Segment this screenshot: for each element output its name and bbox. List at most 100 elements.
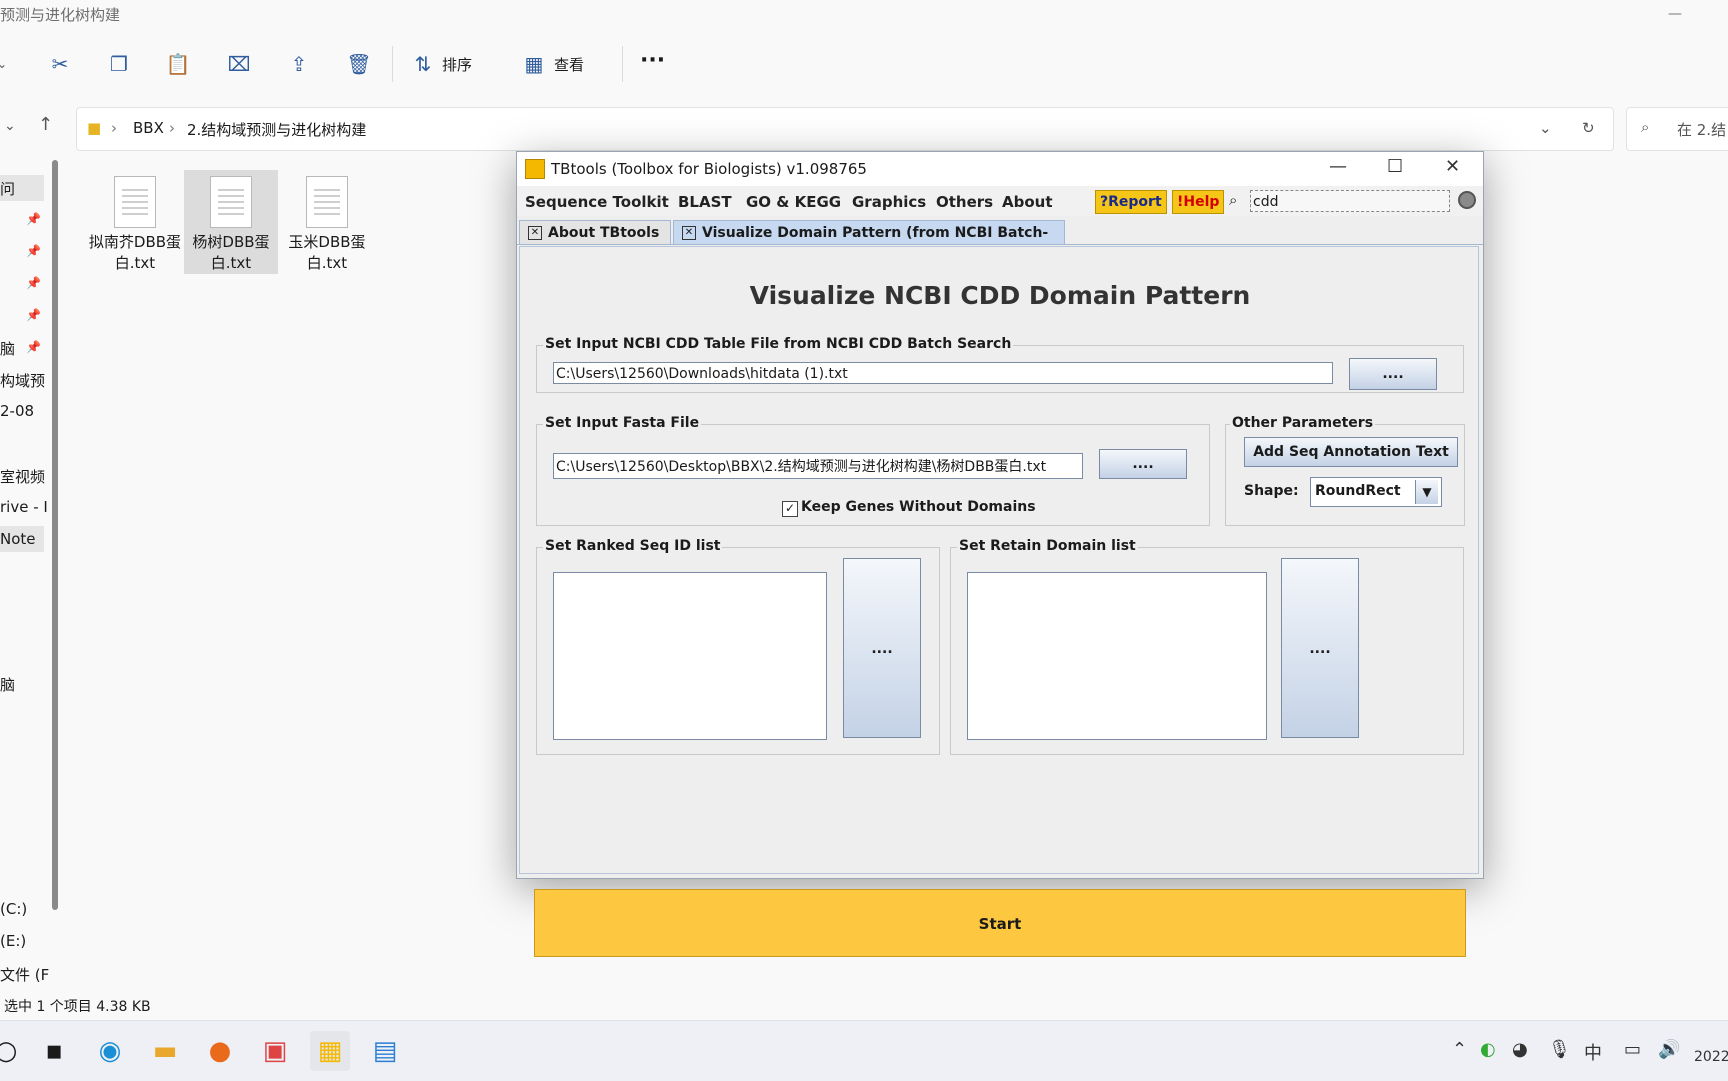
- nav-item-drive-e[interactable]: (E:): [0, 932, 26, 950]
- help-button[interactable]: !Help: [1172, 190, 1225, 214]
- breadcrumb-item-bbx[interactable]: BBX: [133, 119, 164, 137]
- ranked-seq-id-textarea[interactable]: [553, 572, 827, 740]
- edge-browser-icon[interactable]: ◉: [90, 1031, 130, 1071]
- report-button[interactable]: ?Report: [1095, 190, 1167, 214]
- tbtools-menubar: Sequence Toolkit BLAST GO & KEGG Graphic…: [517, 186, 1483, 216]
- tbtools-window-title: TBtools (Toolbox for Biologists) v1.0987…: [551, 160, 867, 178]
- tbtools-logo-icon: [525, 159, 545, 179]
- view-button[interactable]: 查看: [554, 54, 584, 75]
- search-icon[interactable]: ○: [0, 1031, 26, 1071]
- wechat-icon[interactable]: ◐: [1480, 1039, 1496, 1060]
- folder-icon: ■: [87, 119, 102, 137]
- chevron-down-icon[interactable]: ⌄: [1539, 119, 1552, 137]
- clock[interactable]: 2022: [1694, 1049, 1728, 1065]
- nav-scrollbar[interactable]: [52, 160, 58, 910]
- chevron-up-icon[interactable]: ⌃: [1452, 1039, 1467, 1060]
- firefox-icon[interactable]: ●: [200, 1031, 240, 1071]
- tool-search-input[interactable]: cdd: [1250, 190, 1450, 212]
- text-file-icon: [306, 176, 348, 228]
- cdd-table-path-input[interactable]: C:\Users\12560\Downloads\hitdata (1).txt: [553, 362, 1333, 384]
- menu-about[interactable]: About: [1002, 193, 1053, 211]
- file-item-selected[interactable]: 杨树DBB蛋白.txt: [184, 170, 278, 274]
- ime-indicator[interactable]: 中: [1584, 1039, 1602, 1065]
- fasta-file-group: Set Input Fasta File C:\Users\12560\Desk…: [536, 415, 1210, 526]
- retain-domain-browse-button[interactable]: ....: [1281, 558, 1359, 738]
- notepad-icon[interactable]: ▤: [365, 1031, 405, 1071]
- microphone-icon[interactable]: 🎙: [1548, 1039, 1571, 1060]
- fasta-path-input[interactable]: C:\Users\12560\Desktop\BBX\2.结构域预测与进化树构建…: [553, 453, 1083, 479]
- nav-item-quick-access[interactable]: 问: [0, 178, 15, 199]
- close-tab-icon[interactable]: ✕: [528, 226, 542, 240]
- volume-icon[interactable]: 🔊: [1658, 1039, 1680, 1060]
- rename-icon[interactable]: ⌧: [225, 50, 253, 78]
- nav-item-domain-folder[interactable]: 构域预: [0, 370, 45, 391]
- tab-about-tbtools[interactable]: ✕ About TBtools: [519, 220, 671, 244]
- minimize-button[interactable]: —: [1329, 156, 1347, 177]
- maximize-button[interactable]: ☐: [1387, 156, 1403, 177]
- menu-sequence-toolkit[interactable]: Sequence Toolkit: [525, 193, 669, 211]
- close-tab-icon[interactable]: ✕: [682, 226, 696, 240]
- qq-icon[interactable]: ◕: [1512, 1039, 1528, 1060]
- refresh-icon[interactable]: ↻: [1582, 119, 1595, 137]
- file-item[interactable]: 拟南芥DBB蛋白.txt: [88, 170, 182, 274]
- ranked-seq-id-browse-button[interactable]: ....: [843, 558, 921, 738]
- fasta-file-group-legend: Set Input Fasta File: [543, 415, 702, 431]
- menu-blast[interactable]: BLAST: [678, 193, 732, 211]
- file-explorer-icon[interactable]: ▬: [145, 1031, 185, 1071]
- paste-icon[interactable]: 📋: [164, 50, 192, 78]
- breadcrumb-item-folder[interactable]: 2.结构域预测与进化树构建: [187, 119, 366, 140]
- menu-go-kegg[interactable]: GO & KEGG: [746, 193, 841, 211]
- pin-icon: 📌: [26, 340, 41, 354]
- shape-label: Shape:: [1244, 483, 1299, 499]
- menu-graphics[interactable]: Graphics: [852, 193, 926, 211]
- keep-genes-checkbox[interactable]: ✓: [782, 501, 798, 517]
- toolbar-divider: [622, 46, 623, 82]
- share-icon[interactable]: ⇪: [285, 50, 313, 78]
- nav-item-date-folder[interactable]: 2-08: [0, 402, 34, 420]
- task-view-icon[interactable]: ▪: [34, 1031, 74, 1071]
- cdd-table-browse-button[interactable]: ....: [1349, 358, 1437, 390]
- add-seq-annotation-button[interactable]: Add Seq Annotation Text: [1244, 437, 1458, 467]
- nav-item-drive-c[interactable]: (C:): [0, 900, 27, 918]
- sort-button[interactable]: 排序: [442, 54, 472, 75]
- nav-item-onenote[interactable]: Note: [0, 530, 36, 548]
- tool-panel: Visualize NCBI CDD Domain Pattern Set In…: [519, 246, 1479, 957]
- pin-icon: 📌: [26, 308, 41, 322]
- nav-item-drive-f[interactable]: 文件 (F: [0, 964, 49, 985]
- tab-visualize-domain[interactable]: ✕ Visualize Domain Pattern (from NCBI Ba…: [673, 220, 1065, 265]
- more-options-button[interactable]: ···: [640, 48, 665, 73]
- tab-label: About TBtools: [548, 225, 660, 241]
- shape-select[interactable]: RoundRect ▼: [1310, 477, 1442, 507]
- file-name: 拟南芥DBB蛋白.txt: [88, 233, 182, 272]
- chevron-down-icon[interactable]: ▼: [1415, 480, 1438, 504]
- menu-others[interactable]: Others: [936, 193, 993, 211]
- powerpoint-icon[interactable]: ▣: [255, 1031, 295, 1071]
- file-item[interactable]: 玉米DBB蛋白.txt: [280, 170, 374, 274]
- fasta-browse-button[interactable]: ....: [1099, 449, 1187, 479]
- network-icon[interactable]: ▭: [1624, 1039, 1641, 1060]
- explorer-search-input[interactable]: ⌕ 在 2.结: [1626, 107, 1728, 151]
- nav-item-this-pc[interactable]: 脑: [0, 674, 15, 695]
- nav-item-onedrive[interactable]: rive - I: [0, 498, 48, 516]
- up-arrow-icon[interactable]: ↑: [38, 114, 53, 135]
- other-parameters-group: Other Parameters Add Seq Annotation Text…: [1225, 415, 1465, 526]
- recent-locations-icon[interactable]: ⌄: [4, 118, 16, 134]
- chevron-down-icon[interactable]: ⌄: [0, 50, 16, 78]
- pin-icon: 📌: [26, 212, 41, 226]
- start-button[interactable]: Start: [534, 889, 1466, 957]
- text-file-icon: [114, 176, 156, 228]
- nav-item-video-folder[interactable]: 室视频: [0, 466, 45, 487]
- pin-icon: 📌: [26, 276, 41, 290]
- cut-icon[interactable]: ✂: [46, 50, 74, 78]
- tbtools-icon[interactable]: ▦: [310, 1031, 350, 1071]
- close-button[interactable]: ✕: [1445, 156, 1460, 177]
- sort-icon[interactable]: ⇅: [409, 50, 437, 78]
- nav-item-computer[interactable]: 脑: [0, 338, 15, 359]
- address-bar[interactable]: ■ › BBX › 2.结构域预测与进化树构建 ⌄ ↻: [76, 107, 1614, 151]
- search-submit-icon[interactable]: [1458, 191, 1476, 209]
- minimize-icon[interactable]: —: [1668, 6, 1682, 22]
- view-icon[interactable]: ▦: [520, 50, 548, 78]
- retain-domain-textarea[interactable]: [967, 572, 1267, 740]
- delete-icon[interactable]: 🗑: [345, 50, 373, 78]
- copy-icon[interactable]: ❐: [105, 50, 133, 78]
